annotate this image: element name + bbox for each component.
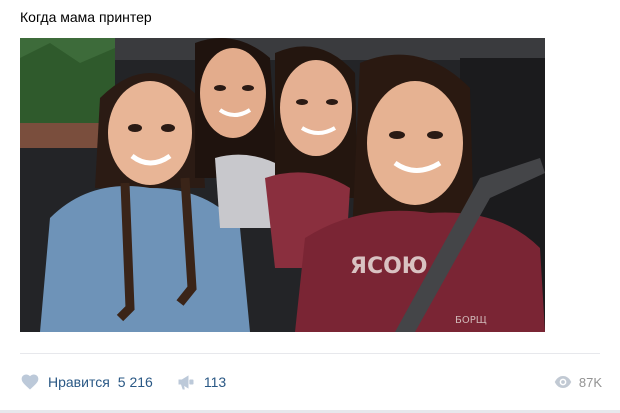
eye-icon [554,373,572,391]
megaphone-icon [176,372,196,392]
shirt-text: ЯСОЮ [350,254,428,279]
divider [20,353,600,354]
views-counter: 87K [554,372,602,392]
post-actions: Нравится 5 216 113 [20,372,226,392]
repost-count: 113 [203,374,227,390]
photo-illustration: ЯСОЮ БОРЩ [20,38,545,332]
post-photo[interactable]: ЯСОЮ БОРЩ [20,38,545,332]
like-button[interactable]: Нравится 5 216 [20,372,153,392]
post-text: Когда мама принтер [20,9,152,25]
views-count: 87K [578,374,602,390]
repost-button[interactable]: 113 [176,372,226,392]
like-count: 5 216 [117,374,153,390]
watermark-text: БОРЩ [455,315,487,326]
heart-icon [20,372,40,392]
like-label: Нравится [48,374,110,390]
